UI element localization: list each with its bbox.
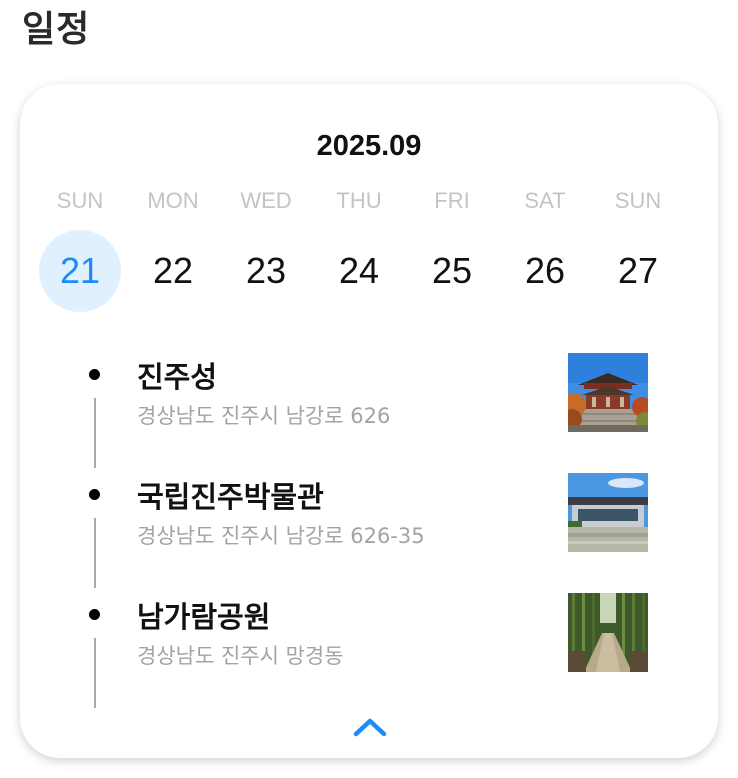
weekday-label: SAT [524, 188, 566, 213]
place-address: 경상남도 진주시 남강로 626-35 [137, 524, 425, 548]
place-name: 진주성 [137, 360, 218, 394]
weekday-label: FRI [434, 188, 470, 213]
place-address: 경상남도 진주시 남강로 626 [137, 404, 391, 428]
timeline-bullet [89, 609, 100, 620]
place-thumbnail[interactable] [568, 593, 648, 672]
date-cell[interactable]: 23 [220, 230, 312, 312]
date-cell[interactable]: 24 [313, 230, 405, 312]
date-cell[interactable]: 27 [592, 230, 684, 312]
place-thumbnail[interactable] [568, 473, 648, 552]
page-title: 일정 [22, 9, 91, 50]
timeline-line [94, 638, 96, 708]
date-cell[interactable]: 22 [127, 230, 219, 312]
date-cell[interactable]: 26 [499, 230, 591, 312]
place-name: 남가람공원 [137, 600, 271, 634]
weekday-label: SUN [56, 188, 104, 213]
month-label: 2025.09 [316, 130, 422, 162]
timeline-bullet [89, 369, 100, 380]
schedule-card: 2025.09 SUN MON WED THU FRI SAT SUN 21 2… [20, 84, 718, 758]
place-name: 국립진주박물관 [137, 480, 324, 514]
chevron-up-icon [353, 718, 387, 737]
timeline-bullet [89, 489, 100, 500]
schedule-item[interactable]: 진주성 경상남도 진주시 남강로 626 [20, 348, 718, 468]
timeline-line [94, 518, 96, 588]
schedule-item[interactable]: 국립진주박물관 경상남도 진주시 남강로 626-35 [20, 468, 718, 588]
weekday-label: WED [240, 188, 292, 213]
weekday-label: THU [336, 188, 382, 213]
collapse-button[interactable] [350, 712, 390, 742]
schedule-page: 일정 2025.09 SUN MON WED THU FRI SAT SUN 2… [0, 0, 738, 778]
weekday-label: MON [147, 188, 199, 213]
date-row: 21 22 23 24 25 26 27 [34, 230, 684, 312]
date-cell[interactable]: 25 [406, 230, 498, 312]
schedule-item[interactable]: 남가람공원 경상남도 진주시 망경동 [20, 588, 718, 708]
weekday-label: SUN [614, 188, 662, 213]
timeline-line [94, 398, 96, 468]
date-cell-selected[interactable]: 21 [39, 230, 121, 312]
weekday-row: SUN MON WED THU FRI SAT SUN [34, 188, 684, 214]
place-address: 경상남도 진주시 망경동 [137, 644, 344, 668]
place-thumbnail[interactable] [568, 353, 648, 432]
